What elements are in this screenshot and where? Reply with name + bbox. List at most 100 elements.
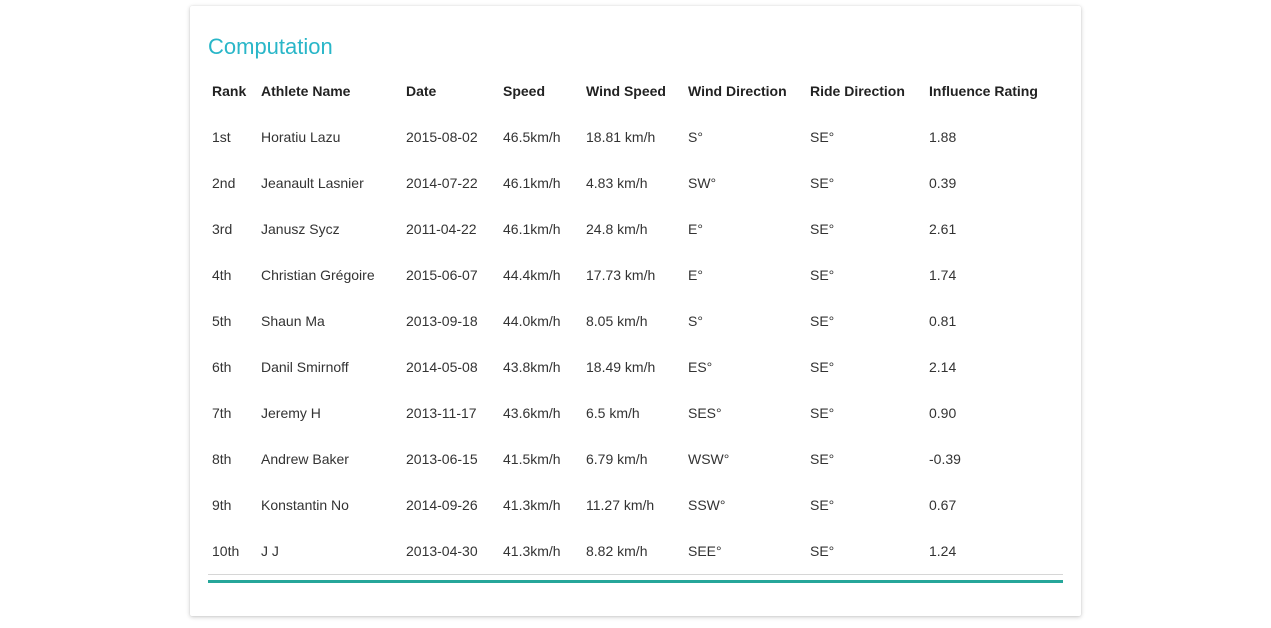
speed-cell: 46.1km/h bbox=[503, 221, 561, 237]
speed-cell: 43.8km/h bbox=[503, 359, 561, 375]
speed-cell: 46.1km/h bbox=[503, 175, 561, 191]
wind-speed-cell: 24.8 km/h bbox=[586, 221, 648, 237]
athlete-name-cell: Danil Smirnoff bbox=[261, 359, 349, 375]
header-athlete-name: Athlete Name bbox=[261, 83, 351, 99]
ranking-table: Rank Athlete Name Date Speed Wind Speed … bbox=[208, 68, 1063, 575]
wind-speed-cell: 18.81 km/h bbox=[586, 129, 656, 145]
ride-direction-cell: SE° bbox=[810, 267, 835, 283]
date-cell: 2015-06-07 bbox=[406, 267, 478, 283]
rank-cell: 10th bbox=[208, 528, 257, 575]
wind-direction-cell: E° bbox=[688, 267, 703, 283]
athlete-name-cell: J J bbox=[257, 528, 402, 575]
ride-direction-cell: SE° bbox=[810, 129, 835, 145]
header-wind-direction: Wind Direction bbox=[688, 83, 787, 99]
speed-cell: 41.3km/h bbox=[503, 497, 561, 513]
header-row: Rank Athlete Name Date Speed Wind Speed … bbox=[208, 68, 1063, 114]
wind-direction-cell: S° bbox=[688, 313, 703, 329]
date-cell: 2014-05-08 bbox=[406, 359, 478, 375]
header-speed: Speed bbox=[503, 83, 546, 99]
rank-cell: 1st bbox=[212, 129, 231, 145]
influence-rating-cell: -0.39 bbox=[929, 451, 961, 467]
wind-speed-cell: 6.5 km/h bbox=[586, 405, 640, 421]
wind-speed-cell: 6.79 km/h bbox=[586, 451, 648, 467]
wind-speed-cell: 8.05 km/h bbox=[586, 313, 648, 329]
wind-direction-cell: SEE° bbox=[684, 528, 806, 575]
date-cell: 2014-07-22 bbox=[406, 175, 478, 191]
table-row: 5th Shaun Ma 2013-09-18 44.0km/h 8.05 km/h S°… bbox=[208, 298, 1063, 344]
speed-cell: 41.3km/h bbox=[499, 528, 582, 575]
influence-rating-cell: 0.39 bbox=[929, 175, 957, 191]
speed-cell: 43.6km/h bbox=[503, 405, 561, 421]
wind-direction-cell: SSW° bbox=[688, 497, 726, 513]
athlete-name-cell: Horatiu Lazu bbox=[261, 129, 341, 145]
wind-direction-cell: S° bbox=[688, 129, 703, 145]
athlete-name-cell: Shaun Ma bbox=[261, 313, 325, 329]
athlete-name-cell: Konstantin No bbox=[261, 497, 349, 513]
rank-cell: 2nd bbox=[212, 175, 236, 191]
wind-speed-cell: 4.83 km/h bbox=[586, 175, 648, 191]
influence-rating-cell: 0.81 bbox=[929, 313, 957, 329]
table-row: 10th J J 2013-04-30 41.3km/h 8.82 km/h SEE° SE… bbox=[208, 528, 1063, 575]
speed-cell: 46.5km/h bbox=[503, 129, 561, 145]
table-row: 7th Jeremy H 2013-11-17 43.6km/h 6.5 km/h SES… bbox=[208, 390, 1063, 436]
date-cell: 2013-04-30 bbox=[402, 528, 499, 575]
header-influence-rating: Influence Rating bbox=[929, 83, 1038, 99]
rank-cell: 9th bbox=[212, 497, 232, 513]
influence-rating-cell: 1.24 bbox=[925, 528, 1063, 575]
table-row: 1st Horatiu Lazu 2015-08-02 46.5km/h 18.81 k… bbox=[208, 114, 1063, 160]
rank-cell: 8th bbox=[212, 451, 232, 467]
wind-speed-cell: 18.49 km/h bbox=[586, 359, 656, 375]
speed-cell: 44.4km/h bbox=[503, 267, 561, 283]
wind-direction-cell: E° bbox=[688, 221, 703, 237]
table-body: 1st Horatiu Lazu 2015-08-02 46.5km/h 18.81 k… bbox=[208, 114, 1063, 575]
table-row: 2nd Jeanault Lasnier 2014-07-22 46.1km/h 4.8… bbox=[208, 160, 1063, 206]
athlete-name-cell: Jeremy H bbox=[261, 405, 321, 421]
date-cell: 2011-04-22 bbox=[406, 221, 477, 237]
athlete-name-cell: Christian Grégoire bbox=[261, 267, 375, 283]
wind-direction-cell: SW° bbox=[688, 175, 717, 191]
header-ride-direction: Ride Direction bbox=[810, 83, 905, 99]
athlete-name-cell: Janusz Sycz bbox=[261, 221, 340, 237]
header-date: Date bbox=[406, 83, 437, 99]
ride-direction-cell: SE° bbox=[810, 497, 835, 513]
wind-speed-cell: 11.27 km/h bbox=[586, 497, 655, 513]
ride-direction-cell: SE° bbox=[810, 451, 835, 467]
table-row: 9th Konstantin No 2014-09-26 41.3km/h 11.27 … bbox=[208, 482, 1063, 528]
table-row: 6th Danil Smirnoff 2014-05-08 43.8km/h 18.49… bbox=[208, 344, 1063, 390]
rank-cell: 5th bbox=[212, 313, 232, 329]
header-rank: Rank bbox=[212, 83, 247, 99]
influence-rating-cell: 2.14 bbox=[929, 359, 957, 375]
athlete-name-cell: Jeanault Lasnier bbox=[261, 175, 364, 191]
ride-direction-cell: SE° bbox=[810, 359, 835, 375]
table-row: 3rd Janusz Sycz 2011-04-22 46.1km/h 24.8 km/… bbox=[208, 206, 1063, 252]
date-cell: 2013-06-15 bbox=[406, 451, 478, 467]
date-cell: 2014-09-26 bbox=[406, 497, 478, 513]
wind-direction-cell: WSW° bbox=[688, 451, 730, 467]
bottom-accent-rule bbox=[208, 580, 1063, 583]
athlete-name-cell: Andrew Baker bbox=[261, 451, 349, 467]
influence-rating-cell: 0.90 bbox=[929, 405, 957, 421]
wind-direction-cell: SES° bbox=[688, 405, 722, 421]
speed-cell: 44.0km/h bbox=[503, 313, 561, 329]
rank-cell: 7th bbox=[212, 405, 232, 421]
wind-speed-cell: 17.73 km/h bbox=[586, 267, 656, 283]
header-wind-speed: Wind Speed bbox=[586, 83, 666, 99]
ride-direction-cell: SE° bbox=[810, 313, 835, 329]
date-cell: 2015-08-02 bbox=[406, 129, 478, 145]
wind-direction-cell: ES° bbox=[688, 359, 713, 375]
influence-rating-cell: 0.67 bbox=[929, 497, 957, 513]
computation-card: Computation Rank Athlete Name Date Speed… bbox=[190, 6, 1081, 616]
influence-rating-cell: 1.74 bbox=[929, 267, 957, 283]
ride-direction-cell: SE° bbox=[810, 221, 835, 237]
rank-cell: 4th bbox=[212, 267, 232, 283]
card-title: Computation bbox=[208, 34, 333, 59]
table-row: 4th Christian Grégoire 2015-06-07 44.4km/h 1… bbox=[208, 252, 1063, 298]
ride-direction-cell: SE° bbox=[810, 175, 835, 191]
table-header: Rank Athlete Name Date Speed Wind Speed … bbox=[208, 68, 1063, 114]
ride-direction-cell: SE° bbox=[810, 405, 835, 421]
wind-speed-cell: 8.82 km/h bbox=[582, 528, 684, 575]
date-cell: 2013-09-18 bbox=[406, 313, 478, 329]
speed-cell: 41.5km/h bbox=[503, 451, 561, 467]
table-row: 8th Andrew Baker 2013-06-15 41.5km/h 6.79 km… bbox=[208, 436, 1063, 482]
influence-rating-cell: 1.88 bbox=[929, 129, 957, 145]
